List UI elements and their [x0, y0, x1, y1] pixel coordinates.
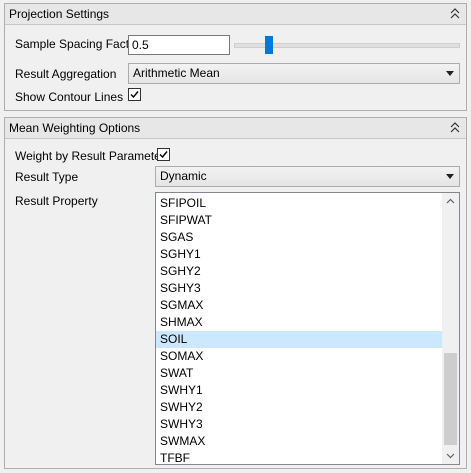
list-item-somax[interactable]: SOMAX	[156, 348, 442, 365]
list-item-sgas[interactable]: SGAS	[156, 229, 442, 246]
result-property-label: Result Property	[15, 194, 98, 208]
mean-weighting-header[interactable]: Mean Weighting Options	[5, 118, 466, 139]
sample-spacing-slider-thumb[interactable]	[265, 36, 273, 54]
collapse-chevron-icon[interactable]	[449, 7, 461, 21]
projection-settings-header[interactable]: Projection Settings	[5, 4, 466, 25]
projection-settings-title: Projection Settings	[9, 7, 110, 21]
list-item-swhy3[interactable]: SWHY3	[156, 416, 442, 433]
list-item-tfbf[interactable]: TFBF	[156, 450, 442, 464]
result-aggregation-value: Arithmetic Mean	[133, 66, 220, 80]
vertical-scrollbar[interactable]	[442, 193, 459, 464]
projection-settings-panel: Projection Settings Sample Spacing Facto…	[4, 3, 467, 111]
mean-weighting-title: Mean Weighting Options	[9, 121, 141, 135]
checkmark-icon	[130, 91, 139, 99]
list-item-sghy1[interactable]: SGHY1	[156, 246, 442, 263]
result-type-label: Result Type	[15, 170, 79, 184]
result-aggregation-dropdown[interactable]: Arithmetic Mean	[128, 63, 460, 84]
scrollbar-thumb[interactable]	[444, 353, 457, 445]
scroll-up-arrow-icon[interactable]	[442, 193, 459, 210]
dropdown-arrow-icon	[446, 174, 454, 179]
weight-by-param-checkbox[interactable]	[157, 148, 170, 161]
show-contours-label: Show Contour Lines	[15, 90, 124, 104]
list-item-swmax[interactable]: SWMAX	[156, 433, 442, 450]
list-item-soil[interactable]: SOIL	[156, 331, 442, 348]
list-item-swhy2[interactable]: SWHY2	[156, 399, 442, 416]
list-item-sfipwat[interactable]: SFIPWAT	[156, 212, 442, 229]
sample-spacing-label: Sample Spacing Factor	[15, 37, 140, 51]
result-type-value: Dynamic	[160, 169, 207, 183]
mean-weighting-panel: Mean Weighting Options Weight by Result …	[4, 117, 467, 469]
show-contours-checkbox[interactable]	[128, 88, 141, 101]
dropdown-arrow-icon	[446, 71, 454, 76]
collapse-chevron-icon[interactable]	[449, 121, 461, 135]
result-property-list: SFIPOIL SFIPWAT SGAS SGHY1 SGHY2 SGHY3 SGMAX SH…	[156, 195, 442, 464]
list-item-sgmax[interactable]: SGMAX	[156, 297, 442, 314]
list-item-swat[interactable]: SWAT	[156, 365, 442, 382]
list-item-sghy3[interactable]: SGHY3	[156, 280, 442, 297]
result-type-dropdown[interactable]: Dynamic	[155, 166, 460, 187]
list-item-sfipoil[interactable]: SFIPOIL	[156, 195, 442, 212]
list-item-shmax[interactable]: SHMAX	[156, 314, 442, 331]
result-property-listbox[interactable]: SFIPOIL SFIPWAT SGAS SGHY1 SGHY2 SGHY3 SGMAX SH…	[155, 192, 460, 465]
list-item-swhy1[interactable]: SWHY1	[156, 382, 442, 399]
sample-spacing-input[interactable]: 0.5	[128, 35, 230, 55]
list-item-sghy2[interactable]: SGHY2	[156, 263, 442, 280]
result-aggregation-label: Result Aggregation	[15, 67, 117, 81]
weight-by-param-label: Weight by Result Parameter	[15, 149, 165, 163]
checkmark-icon	[159, 151, 168, 159]
scroll-down-arrow-icon[interactable]	[442, 447, 459, 464]
